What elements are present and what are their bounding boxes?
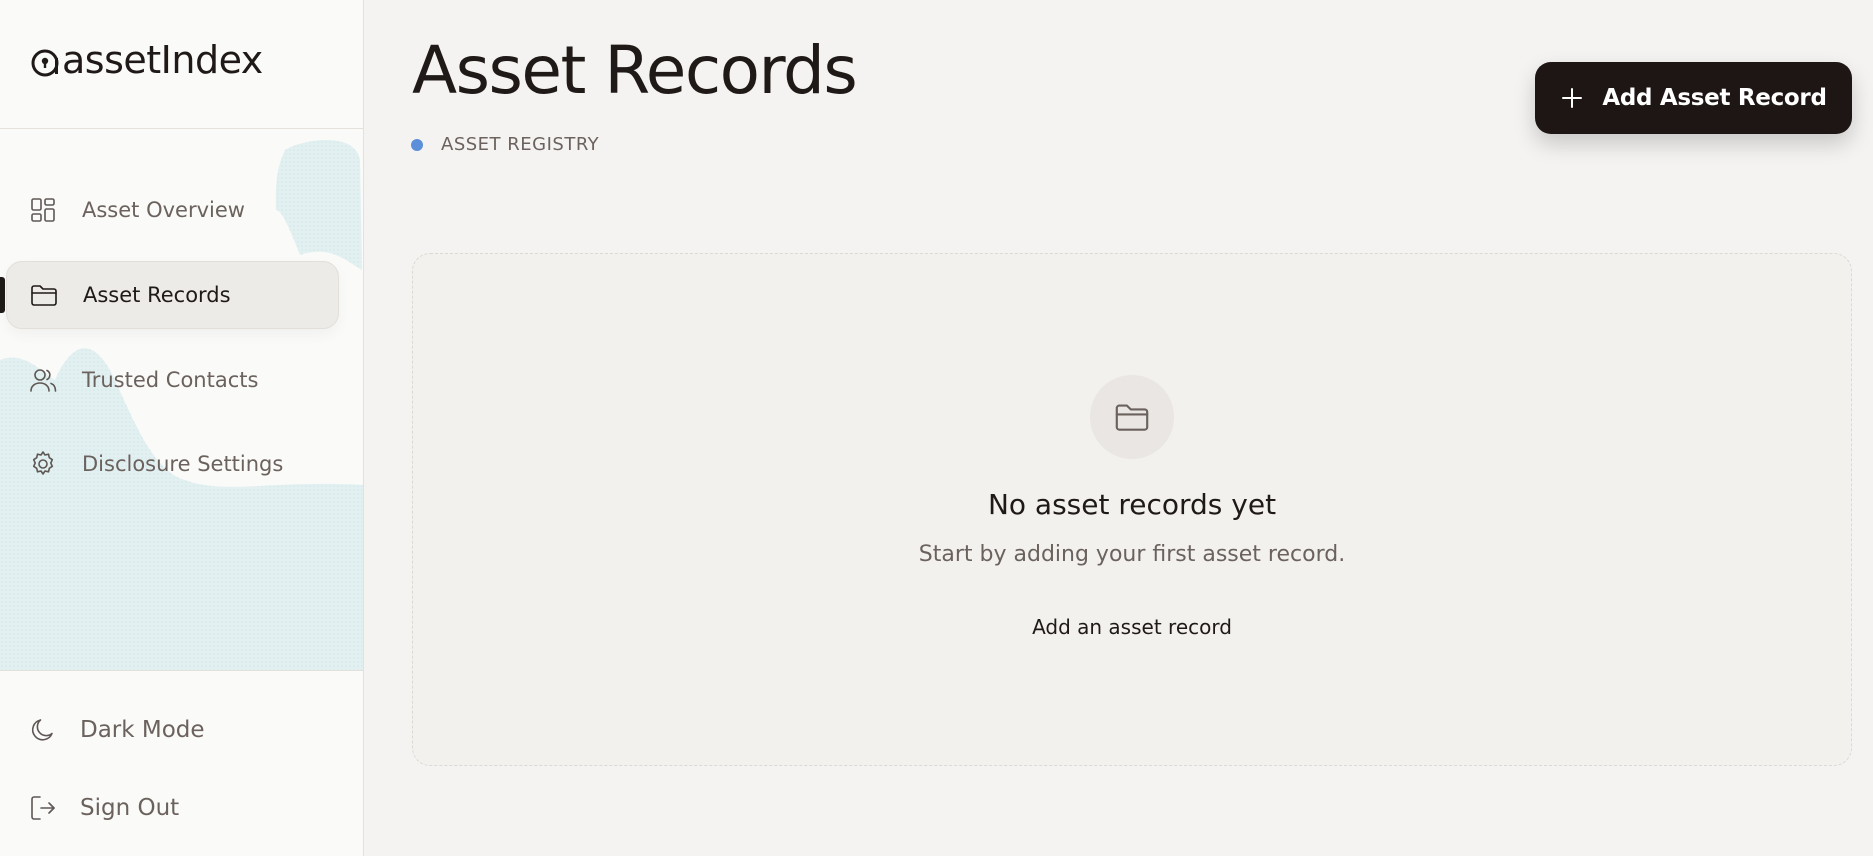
sign-out-icon xyxy=(31,796,55,820)
sidebar: assetIndex Asset Overview Asset Records xyxy=(0,0,364,856)
app-logo[interactable]: assetIndex xyxy=(30,38,263,82)
app-logo-text: assetIndex xyxy=(62,38,263,82)
sidebar-item-label: Disclosure Settings xyxy=(82,452,284,476)
dark-mode-toggle[interactable]: Dark Mode xyxy=(28,715,205,745)
sidebar-item-label: Asset Overview xyxy=(82,198,245,222)
gear-icon xyxy=(32,451,54,475)
grid-icon xyxy=(31,198,55,222)
lock-logo-icon xyxy=(31,49,59,77)
plus-icon xyxy=(1562,88,1583,108)
section-label-text: ASSET REGISTRY xyxy=(441,134,600,155)
moon-icon xyxy=(31,719,53,741)
empty-state-title: No asset records yet xyxy=(987,488,1277,521)
sidebar-item-trusted-contacts[interactable]: Trusted Contacts xyxy=(6,346,339,414)
empty-state-icon xyxy=(1090,375,1174,459)
sidebar-item-asset-records[interactable]: Asset Records xyxy=(6,261,339,329)
sidebar-item-label: Asset Records xyxy=(83,283,231,307)
users-icon xyxy=(30,369,57,392)
dark-mode-label: Dark Mode xyxy=(80,717,205,743)
sidebar-divider xyxy=(0,128,363,129)
add-asset-record-link[interactable]: Add an asset record xyxy=(1020,615,1244,639)
folder-icon xyxy=(31,285,57,306)
sign-out-button[interactable]: Sign Out xyxy=(28,793,179,823)
empty-state-subtitle: Start by adding your first asset record. xyxy=(918,542,1346,567)
status-dot xyxy=(411,138,423,151)
folder-icon xyxy=(1115,404,1149,431)
add-asset-record-button[interactable]: Add Asset Record xyxy=(1535,62,1852,134)
page-title: Asset Records xyxy=(412,32,858,109)
sign-out-label: Sign Out xyxy=(80,795,180,821)
add-asset-record-label: Add Asset Record xyxy=(1602,85,1827,111)
sidebar-item-asset-overview[interactable]: Asset Overview xyxy=(6,176,339,244)
sidebar-item-label: Trusted Contacts xyxy=(82,368,259,392)
sidebar-divider xyxy=(0,670,363,671)
sidebar-item-disclosure-settings[interactable]: Disclosure Settings xyxy=(6,430,339,498)
active-indicator xyxy=(0,277,5,313)
section-label: ASSET REGISTRY xyxy=(411,134,599,155)
